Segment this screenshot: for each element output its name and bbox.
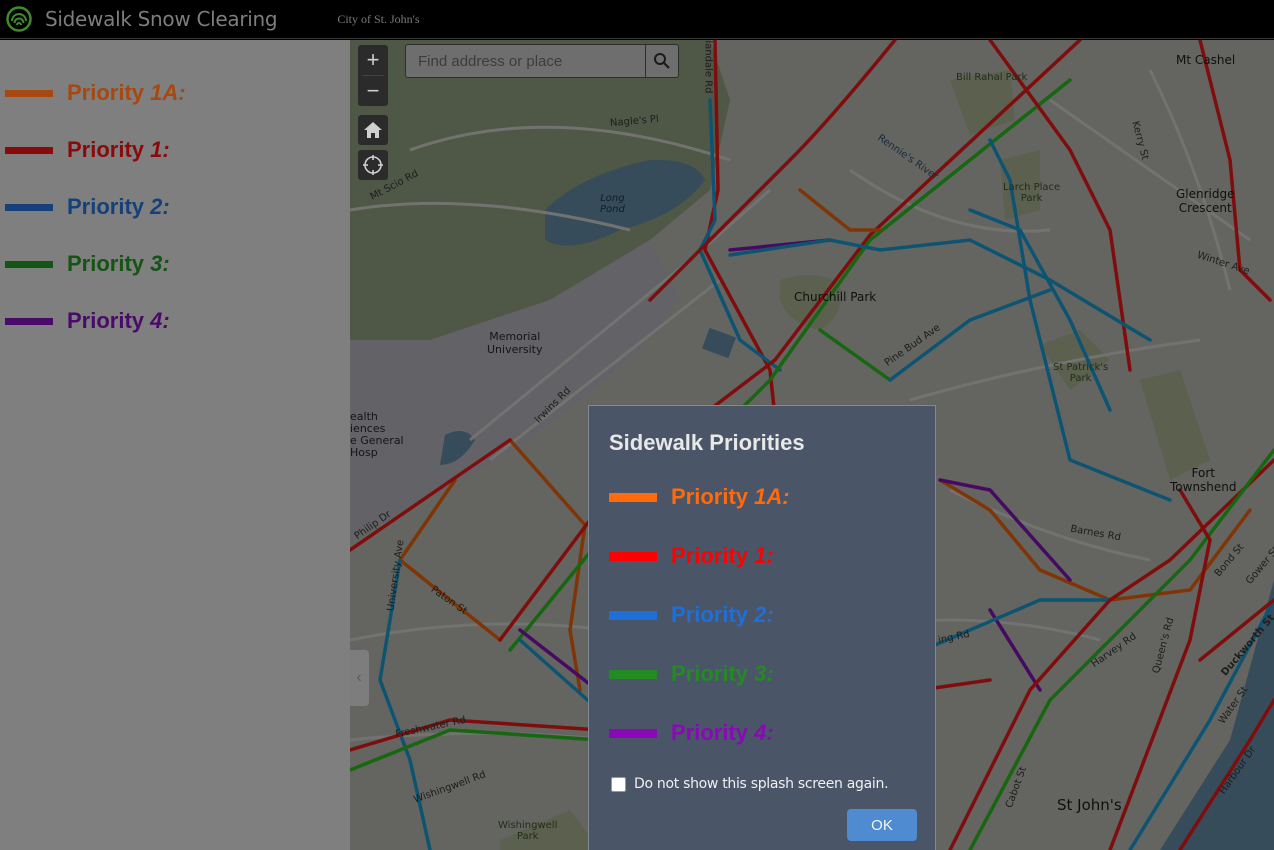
legend-label: Priority 1: bbox=[671, 543, 774, 568]
legend-label: Priority 1A: bbox=[671, 484, 790, 509]
legend-swatch bbox=[609, 728, 657, 738]
snow-plow-signal-icon bbox=[6, 6, 32, 32]
search-widget bbox=[405, 44, 679, 78]
legend-swatch bbox=[5, 146, 53, 154]
collapse-panel-button[interactable]: ‹ bbox=[350, 650, 369, 706]
map-label: Long Pond bbox=[600, 193, 625, 215]
dont-show-again-option[interactable]: Do not show this splash screen again. bbox=[611, 776, 889, 792]
legend-label: Priority 3: bbox=[67, 251, 170, 276]
legend-swatch bbox=[609, 551, 657, 561]
legend-label: Priority 2: bbox=[67, 194, 170, 219]
splash-legend-item-priority-1a: Priority 1A: bbox=[609, 484, 790, 510]
legend-label: Priority 1A: bbox=[67, 80, 186, 105]
legend-swatch bbox=[5, 89, 53, 97]
legend-item-priority-1a: Priority 1A: bbox=[5, 80, 186, 106]
zoom-out-button[interactable]: − bbox=[358, 76, 388, 106]
splash-title: Sidewalk Priorities bbox=[609, 430, 805, 455]
app-root: Sidewalk Snow Clearing City of St. John'… bbox=[0, 0, 1274, 850]
legend-item-priority-1: Priority 1: bbox=[5, 137, 170, 163]
locate-icon bbox=[363, 155, 383, 175]
app-subtitle: City of St. John's bbox=[337, 11, 420, 26]
chevron-left-icon: ‹ bbox=[356, 669, 362, 686]
splash-legend-item-priority-4: Priority 4: bbox=[609, 720, 774, 746]
legend-item-priority-4: Priority 4: bbox=[5, 308, 170, 334]
splash-dialog: Sidewalk Priorities Priority 1A: Priorit… bbox=[588, 405, 936, 850]
zoom-in-button[interactable]: + bbox=[358, 45, 388, 75]
app-title: Sidewalk Snow Clearing bbox=[45, 7, 278, 31]
map-label: Memorial University bbox=[487, 330, 543, 356]
map-label: Glenridge Crescent bbox=[1176, 187, 1235, 215]
map-label: Mt Cashel bbox=[1176, 53, 1236, 67]
legend-item-priority-3: Priority 3: bbox=[5, 251, 170, 277]
search-input[interactable] bbox=[406, 45, 645, 77]
locate-button[interactable] bbox=[358, 150, 388, 180]
splash-legend-item-priority-1: Priority 1: bbox=[609, 543, 774, 569]
legend-item-priority-2: Priority 2: bbox=[5, 194, 170, 220]
splash-legend-item-priority-3: Priority 3: bbox=[609, 661, 774, 687]
map-label: Larch Place Park bbox=[1003, 182, 1061, 204]
map-label: Fort Townshend bbox=[1170, 466, 1237, 494]
legend-swatch bbox=[5, 317, 53, 325]
legend-swatch bbox=[609, 610, 657, 620]
legend-label: Priority 3: bbox=[671, 661, 774, 686]
map-label: St Patrick's Park bbox=[1053, 362, 1109, 384]
legend-label: Priority 2: bbox=[671, 602, 774, 627]
legend-swatch bbox=[609, 669, 657, 679]
zoom-controls: + − bbox=[358, 45, 388, 106]
home-icon bbox=[364, 122, 382, 138]
dont-show-again-checkbox[interactable] bbox=[611, 776, 626, 792]
legend-label: Priority 1: bbox=[67, 137, 170, 162]
legend-swatch bbox=[5, 203, 53, 211]
search-button[interactable] bbox=[645, 45, 678, 77]
legend-sidebar: Priority 1A: Priority 1: Priority 2: Pri… bbox=[0, 40, 350, 850]
map-label: Wishingwell Park bbox=[498, 820, 558, 842]
map-label: Bill Rahal Park bbox=[956, 72, 1028, 83]
legend-swatch bbox=[609, 492, 657, 502]
legend-label: Priority 4: bbox=[67, 308, 170, 333]
app-header: Sidewalk Snow Clearing City of St. John'… bbox=[0, 0, 1274, 39]
map-label: St John's bbox=[1057, 796, 1122, 814]
legend-swatch bbox=[5, 260, 53, 268]
map-label: llandale Rd bbox=[702, 40, 714, 94]
search-icon bbox=[654, 53, 670, 69]
splash-legend-item-priority-2: Priority 2: bbox=[609, 602, 774, 628]
legend-label: Priority 4: bbox=[671, 720, 774, 745]
ok-button[interactable]: OK bbox=[847, 809, 917, 841]
dont-show-again-label[interactable]: Do not show this splash screen again. bbox=[634, 776, 889, 792]
home-button[interactable] bbox=[358, 115, 388, 145]
map-label: Churchill Park bbox=[794, 290, 877, 304]
map-label: ealth iences e General Hosp bbox=[350, 410, 404, 459]
